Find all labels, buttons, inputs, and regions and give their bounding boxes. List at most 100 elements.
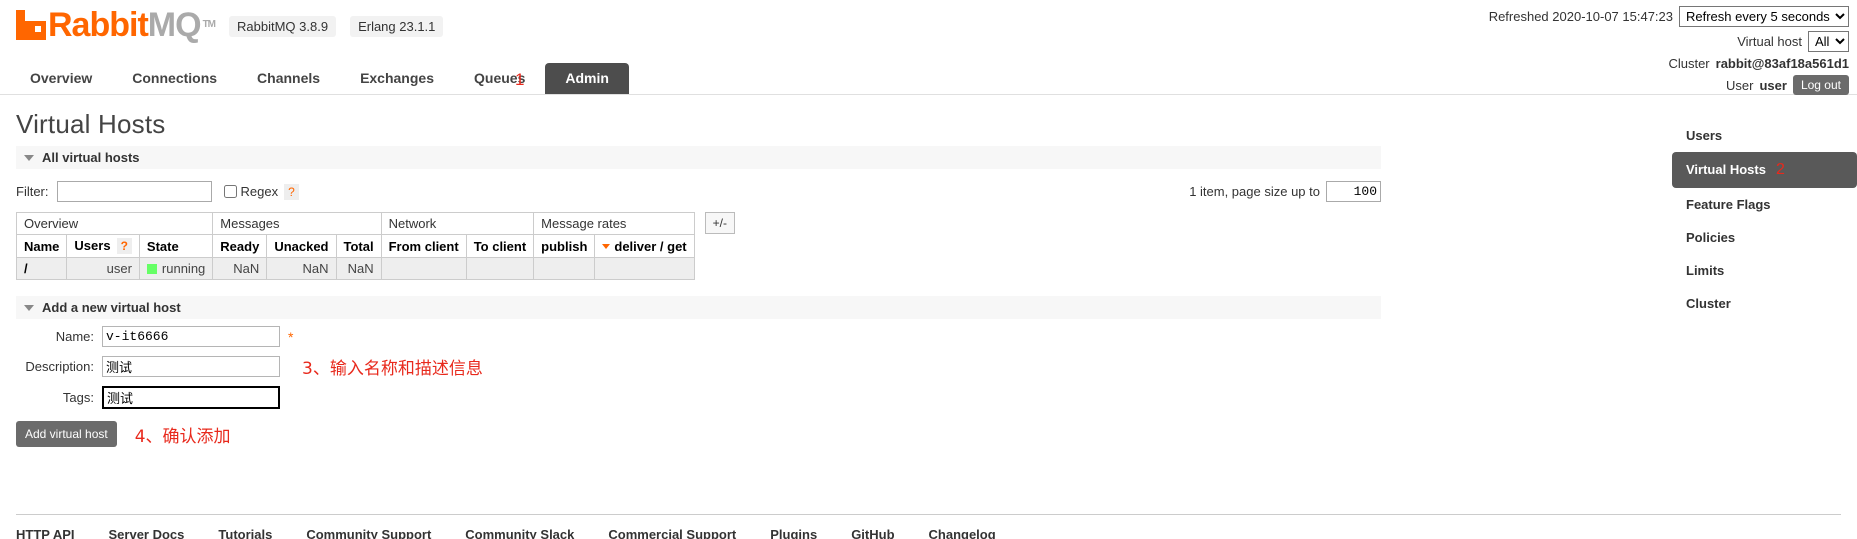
user-row: User user Log out [1489, 75, 1849, 95]
tab-channels[interactable]: Channels [237, 63, 340, 94]
footer-link-community-support[interactable]: Community Support [306, 527, 431, 539]
page-size-input[interactable] [1326, 181, 1381, 202]
footer-links: HTTP API Server Docs Tutorials Community… [16, 527, 1841, 539]
header-status-panel: Refreshed 2020-10-07 15:47:23 Refresh ev… [1489, 6, 1849, 99]
state-running-icon [146, 264, 157, 274]
page-body: Virtual Hosts All virtual hosts Filter: … [0, 109, 1857, 539]
sidebar-item-limits-label: Limits [1686, 263, 1725, 278]
admin-sidebar: Users Virtual Hosts 2 Feature Flags Polic… [1672, 119, 1857, 320]
footer-link-plugins[interactable]: Plugins [770, 527, 817, 539]
table-group-header-row: Overview Messages Network Message rates [15, 212, 695, 235]
page-footer: HTTP API Server Docs Tutorials Community… [16, 514, 1841, 539]
footer-link-tutorials[interactable]: Tutorials [218, 527, 272, 539]
footer-link-changelog[interactable]: Changelog [929, 527, 996, 539]
sidebar-item-limits[interactable]: Limits [1672, 254, 1857, 287]
cell-state-label: running [161, 261, 206, 276]
erlang-version-badge: Erlang 23.1.1 [350, 16, 444, 37]
column-total[interactable]: Total [335, 234, 382, 258]
tab-connections[interactable]: Connections [112, 63, 237, 94]
add-virtual-host-button[interactable]: Add virtual host [16, 421, 117, 447]
sidebar-item-cluster[interactable]: Cluster [1672, 287, 1857, 320]
filter-input[interactable] [56, 181, 212, 202]
column-users-label: Users [74, 238, 111, 253]
cell-ready: NaN [212, 257, 268, 280]
sidebar-item-users[interactable]: Users [1672, 119, 1857, 152]
name-input[interactable] [102, 326, 280, 347]
name-label: Name: [55, 329, 94, 344]
brand-logo[interactable]: RabbitMQ TM RabbitMQ 3.8.9 Erlang 23.1.1 [16, 8, 444, 42]
sidebar-item-feature-flags[interactable]: Feature Flags [1672, 188, 1857, 221]
sidebar-item-feature-flags-label: Feature Flags [1686, 197, 1771, 212]
column-deliver-get-label: deliver / get [614, 238, 687, 254]
sidebar-item-policies[interactable]: Policies [1672, 221, 1857, 254]
name-field-row: Name: * [16, 326, 1381, 347]
paging-note: 1 item, page size up to [1189, 181, 1381, 202]
annotation-1: 1 [515, 70, 525, 89]
table-column-header-row: Name Users? State Ready Unacked Total Fr… [15, 234, 695, 258]
cell-total: NaN [335, 257, 382, 280]
sidebar-item-users-label: Users [1686, 128, 1723, 143]
add-vhost-actions: Add virtual host 4、确认添加 [16, 421, 1381, 447]
refreshed-timestamp: Refreshed 2020-10-07 15:47:23 [1488, 9, 1673, 24]
footer-link-github[interactable]: GitHub [851, 527, 894, 539]
footer-link-server-docs[interactable]: Server Docs [109, 527, 185, 539]
tab-exchanges[interactable]: Exchanges [340, 63, 454, 94]
footer-link-commercial-support[interactable]: Commercial Support [608, 527, 736, 539]
tab-queues[interactable]: Queues [454, 63, 545, 94]
cell-from-client [380, 257, 467, 280]
column-ready[interactable]: Ready [212, 234, 268, 258]
group-header-overview: Overview [15, 212, 214, 235]
group-header-message-rates: Message rates [533, 212, 695, 235]
filter-help-icon[interactable]: ? [284, 183, 299, 200]
footer-link-http-api[interactable]: HTTP API [16, 527, 75, 539]
column-from-client[interactable]: From client [380, 234, 467, 258]
column-deliver-get[interactable]: deliver / get [594, 234, 695, 258]
cell-publish [533, 257, 596, 280]
add-vhost-section-label: Add a new virtual host [42, 300, 181, 315]
sidebar-item-policies-label: Policies [1686, 230, 1736, 245]
users-help-icon[interactable]: ? [116, 238, 132, 254]
main-content: Virtual Hosts All virtual hosts Filter: … [15, 109, 1381, 447]
column-state[interactable]: State [138, 234, 214, 258]
regex-checkbox[interactable] [223, 185, 237, 198]
vhosts-table: Overview Messages Network Message rates … [15, 212, 695, 280]
cell-name[interactable]: / [15, 257, 68, 280]
description-field-row: Description: 3、输入名称和描述信息 [16, 354, 1381, 379]
footer-link-community-slack[interactable]: Community Slack [465, 527, 574, 539]
sidebar-item-cluster-label: Cluster [1686, 296, 1731, 311]
column-name[interactable]: Name [15, 234, 68, 258]
description-label: Description: [25, 359, 94, 374]
main-navigation: Overview Connections Channels Exchanges … [10, 63, 629, 94]
description-input[interactable] [102, 356, 280, 377]
cell-state: running [138, 257, 214, 280]
tab-overview[interactable]: Overview [10, 63, 112, 94]
column-users[interactable]: Users? [66, 234, 140, 258]
all-vhosts-section-header[interactable]: All virtual hosts [16, 146, 1381, 169]
add-vhost-section-header[interactable]: Add a new virtual host [16, 296, 1381, 319]
annotation-3: 3、输入名称和描述信息 [302, 359, 483, 379]
column-publish[interactable]: publish [533, 234, 596, 258]
column-to-client[interactable]: To client [465, 234, 535, 258]
vhost-filter-select[interactable]: All [1808, 31, 1849, 52]
user-name: user [1759, 77, 1787, 93]
user-label: User [1726, 77, 1754, 93]
logout-button[interactable]: Log out [1792, 75, 1849, 95]
tab-admin[interactable]: Admin [545, 63, 629, 94]
sidebar-item-virtual-hosts[interactable]: Virtual Hosts 2 [1672, 152, 1857, 188]
vhost-filter-label: Virtual host [1737, 34, 1802, 49]
sort-descending-icon [602, 243, 611, 249]
refresh-row: Refreshed 2020-10-07 15:47:23 Refresh ev… [1489, 6, 1849, 27]
table-row[interactable]: / user running NaN NaN NaN [15, 257, 695, 280]
brand-rabbit-text: Rabbit [48, 6, 149, 44]
paging-text: 1 item, page size up to [1189, 184, 1320, 199]
annotation-2: 2 [1775, 161, 1785, 178]
column-unacked[interactable]: Unacked [266, 234, 337, 258]
tags-input[interactable] [102, 386, 280, 409]
trademark-icon: TM [202, 19, 216, 30]
refresh-interval-select[interactable]: Refresh every 5 seconds [1679, 6, 1849, 27]
toggle-columns-button[interactable]: +/- [704, 212, 735, 234]
cell-users: user [66, 257, 140, 280]
chevron-down-icon [24, 304, 34, 311]
rabbitmq-logo-icon [16, 10, 46, 40]
cell-to-client [465, 257, 535, 280]
